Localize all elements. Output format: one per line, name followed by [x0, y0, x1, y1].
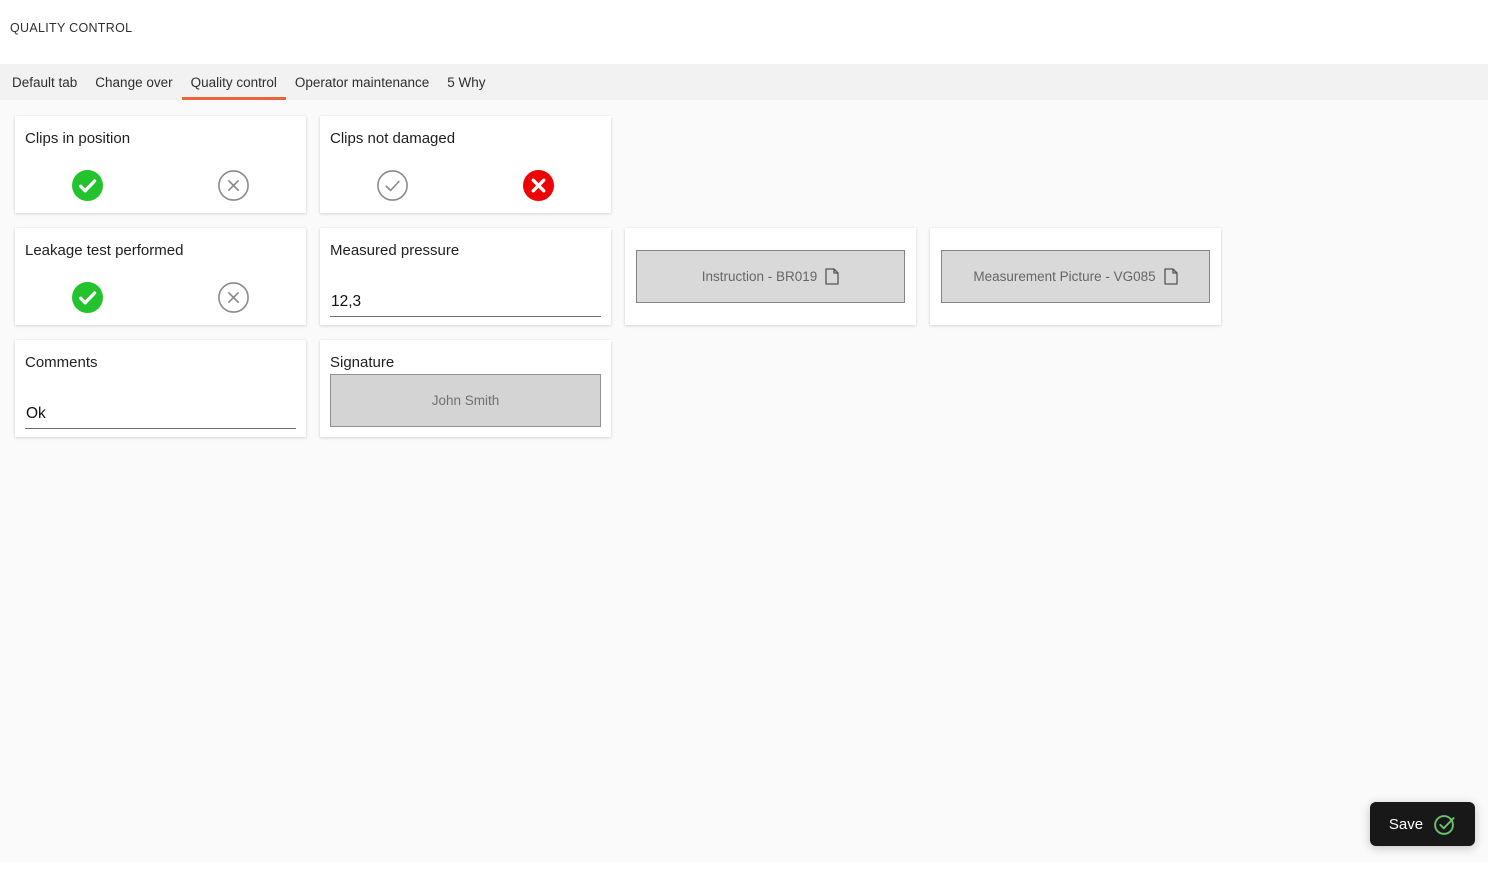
quality-control-screen: QUALITY CONTROL Default tab Change over … [0, 0, 1488, 869]
card-clips-in-position: Clips in position [15, 116, 306, 213]
check-circle-outline-gray-icon [377, 170, 409, 201]
comments-input[interactable] [25, 405, 296, 429]
pass-fail-options [15, 170, 306, 201]
check-circle-filled-green-icon [72, 170, 104, 201]
pass-fail-options [320, 170, 611, 201]
page-title: QUALITY CONTROL [10, 21, 133, 35]
pass-option-selected[interactable] [15, 170, 161, 201]
fail-option-selected[interactable] [466, 170, 612, 201]
card-label: Measured pressure [330, 242, 460, 259]
pass-fail-options [15, 282, 306, 313]
card-instruction-document: Instruction - BR019 [625, 228, 916, 325]
x-circle-outline-gray-icon [217, 282, 249, 313]
card-label: Leakage test performed [25, 242, 184, 259]
document-icon [825, 268, 839, 285]
card-label: Clips not damaged [330, 130, 456, 147]
check-circle-filled-green-icon [72, 282, 104, 313]
form-content: Clips in position Clips not damaged Leak… [0, 100, 1488, 862]
instruction-document-label: Instruction - BR019 [701, 269, 818, 284]
measured-pressure-input[interactable] [330, 293, 601, 317]
card-label: Signature [330, 354, 395, 371]
save-button[interactable]: Save [1370, 802, 1475, 846]
save-button-label: Save [1388, 815, 1424, 833]
fail-option[interactable] [161, 170, 307, 201]
card-label: Comments [25, 354, 98, 371]
tab-change-over[interactable]: Change over [86, 64, 181, 100]
tab-operator-maintenance[interactable]: Operator maintenance [286, 64, 438, 100]
x-circle-outline-gray-icon [217, 170, 249, 201]
card-measurement-picture-document: Measurement Picture - VG085 [930, 228, 1221, 325]
fail-option[interactable] [161, 282, 307, 313]
tab-quality-control[interactable]: Quality control [181, 64, 286, 100]
instruction-document-button[interactable]: Instruction - BR019 [636, 250, 905, 303]
document-icon [1164, 268, 1178, 285]
measurement-picture-button[interactable]: Measurement Picture - VG085 [941, 250, 1210, 303]
card-clips-not-damaged: Clips not damaged [320, 116, 611, 213]
measurement-picture-label: Measurement Picture - VG085 [973, 269, 1156, 284]
card-signature: Signature John Smith [320, 340, 611, 437]
tab-5-why[interactable]: 5 Why [438, 64, 494, 100]
tab-default-tab[interactable]: Default tab [3, 64, 86, 100]
tab-bar: Default tab Change over Quality control … [0, 64, 1488, 100]
titlebar: QUALITY CONTROL [0, 0, 1488, 64]
card-grid: Clips in position Clips not damaged Leak… [15, 116, 1221, 437]
pass-option[interactable] [320, 170, 466, 201]
x-circle-filled-red-icon [522, 170, 554, 201]
check-circle-outline-green-icon [1434, 814, 1455, 835]
signature-button[interactable]: John Smith [330, 374, 601, 427]
card-measured-pressure: Measured pressure [320, 228, 611, 325]
card-leakage-test-performed: Leakage test performed [15, 228, 306, 325]
card-label: Clips in position [25, 130, 131, 147]
pass-option-selected[interactable] [15, 282, 161, 313]
card-comments: Comments [15, 340, 306, 437]
